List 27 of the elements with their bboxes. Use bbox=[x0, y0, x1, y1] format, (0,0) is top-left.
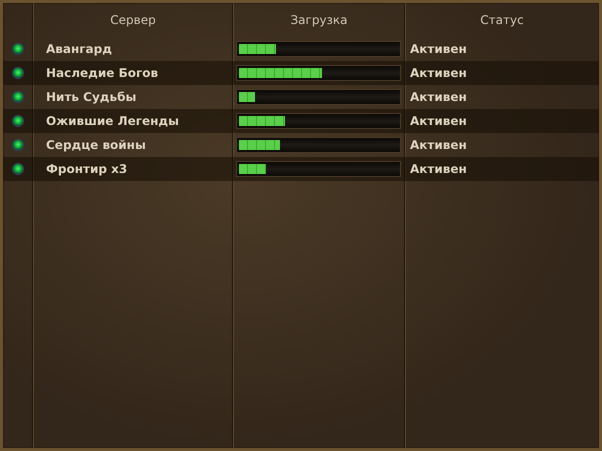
server-status: Активен bbox=[409, 114, 468, 128]
status-light-icon bbox=[12, 91, 24, 103]
server-row[interactable]: Авангард Активен bbox=[3, 37, 599, 61]
server-name: Авангард bbox=[45, 42, 113, 56]
column-header: Статус bbox=[479, 13, 525, 27]
status-light-icon bbox=[12, 67, 24, 79]
status-light-icon bbox=[12, 163, 24, 175]
server-row[interactable]: Нить Судьбы Активен bbox=[3, 85, 599, 109]
server-status: Активен bbox=[409, 162, 468, 176]
status-light-icon bbox=[12, 43, 24, 55]
server-row[interactable]: Ожившие Легенды Активен bbox=[3, 109, 599, 133]
status-light-icon bbox=[12, 115, 24, 127]
column-header: Сервер bbox=[109, 13, 157, 27]
server-name: Ожившие Легенды bbox=[45, 114, 180, 128]
server-status: Активен bbox=[409, 42, 468, 56]
server-status: Активен bbox=[409, 138, 468, 152]
status-light-icon bbox=[12, 139, 24, 151]
server-name: Сердце войны bbox=[45, 138, 147, 152]
server-status: Активен bbox=[409, 66, 468, 80]
server-name: Наследие Богов bbox=[45, 66, 160, 80]
server-status: Активен bbox=[409, 90, 468, 104]
column-header: Загрузка bbox=[289, 13, 349, 27]
server-name: Нить Судьбы bbox=[45, 90, 138, 104]
server-name: Фронтир x3 bbox=[45, 162, 128, 176]
server-row[interactable]: Фронтир x3 Активен bbox=[3, 157, 599, 181]
server-row[interactable]: Сердце войны Активен bbox=[3, 133, 599, 157]
server-row[interactable]: Наследие Богов Активен bbox=[3, 61, 599, 85]
